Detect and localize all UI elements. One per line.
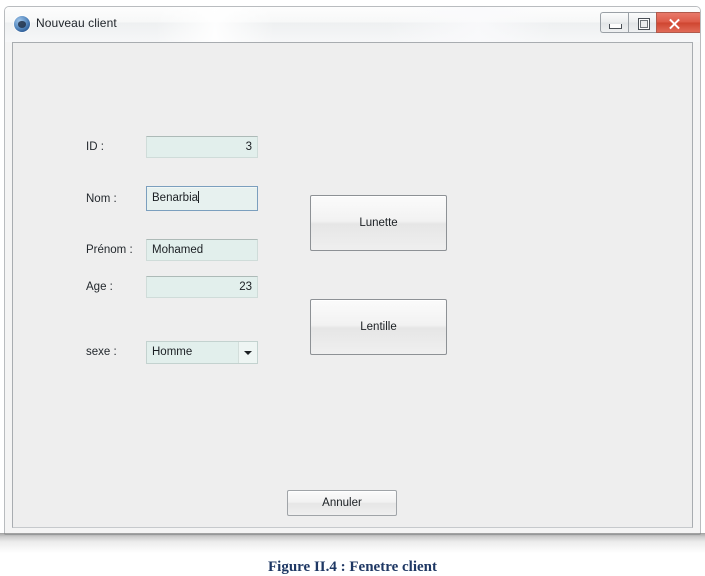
maximize-icon[interactable]	[628, 12, 656, 33]
annuler-button[interactable]: Annuler	[287, 490, 397, 516]
window-title: Nouveau client	[36, 16, 117, 30]
title-bar-glass-highlight-left	[155, 7, 275, 42]
input-nom[interactable]: Benarbia	[146, 186, 258, 211]
window-controls	[600, 12, 700, 33]
form-client-area: ID : 3 Nom : Benarbia Prénom : Mohamed A…	[12, 42, 693, 528]
label-prenom: Prénom :	[86, 244, 133, 256]
figure-caption: Figure II.4 : Fenetre client	[268, 559, 437, 575]
label-nom: Nom :	[86, 193, 117, 205]
text-caret	[198, 191, 200, 203]
window-drop-shadow	[0, 533, 705, 555]
select-sexe-value: Homme	[152, 346, 193, 358]
app-icon[interactable]	[14, 16, 30, 32]
window-title-bar[interactable]: Nouveau client	[5, 7, 700, 42]
select-sexe[interactable]: Homme	[146, 341, 258, 364]
chevron-down-icon[interactable]	[238, 342, 257, 363]
label-sexe: sexe :	[86, 346, 117, 358]
label-id: ID :	[86, 141, 104, 153]
input-nom-value: Benarbia	[152, 192, 199, 204]
minimize-icon[interactable]	[600, 12, 628, 33]
lunette-button[interactable]: Lunette	[310, 195, 447, 251]
application-window: Nouveau client ID : 3 Nom : Benarbia Pré…	[4, 6, 701, 535]
close-icon[interactable]	[656, 12, 700, 33]
input-age[interactable]: 23	[146, 276, 258, 298]
label-age: Age :	[86, 281, 113, 293]
title-bar-glass-highlight-right	[385, 7, 555, 42]
input-id[interactable]: 3	[146, 136, 258, 158]
input-prenom[interactable]: Mohamed	[146, 239, 258, 261]
lentille-button[interactable]: Lentille	[310, 299, 447, 355]
